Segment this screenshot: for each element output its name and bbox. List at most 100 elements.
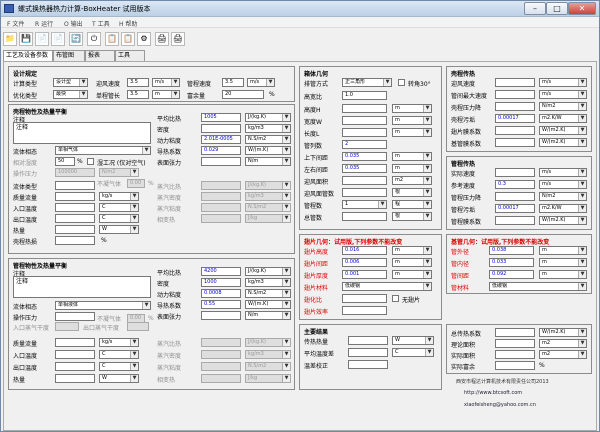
tab-tools[interactable]: 工具 [115, 50, 145, 61]
theory-area-unit[interactable]: m2 ▼ [539, 339, 587, 348]
shell-mass-flow-unit[interactable]: kg/s ▼ [99, 192, 139, 201]
width-unit[interactable]: m ▼ [392, 116, 432, 125]
fin-height-input[interactable]: 0.016 [342, 246, 387, 255]
frontal-rows-input[interactable] [342, 188, 387, 197]
shell-novapor-input[interactable]: 0.00 [127, 179, 145, 188]
tube-speed-input[interactable]: 3.5 [222, 78, 244, 87]
sh-fin-speed-input[interactable] [495, 90, 535, 99]
tg-od-input[interactable]: 0.038 [489, 246, 534, 255]
tg-id-unit[interactable]: m ▼ [539, 258, 587, 267]
sh-film-input[interactable] [495, 126, 535, 135]
tube-vapor-cp-unit[interactable]: J/(kg.K) ▼ [245, 338, 291, 347]
maximize-button[interactable]: □ [546, 2, 568, 15]
margin-input[interactable]: 20 [222, 90, 264, 99]
doc-icon[interactable]: 📄 [51, 32, 65, 46]
result-temp-check-input[interactable] [348, 360, 388, 369]
tube-tension-unit[interactable]: N/m ▼ [245, 311, 291, 320]
sh-pressure-drop-input[interactable] [495, 102, 535, 111]
footer-email[interactable]: xiaofeisheng@yahoo.com.cn [464, 402, 536, 408]
fin-thick-input[interactable]: 0.001 [342, 270, 387, 279]
save-icon[interactable]: 💾 [19, 32, 33, 46]
shell-inlet-input[interactable] [55, 203, 95, 212]
fin-pitch-input[interactable]: 0.006 [342, 258, 387, 267]
fin-eff-input[interactable] [342, 306, 387, 315]
tube-avg-cp-input[interactable]: 4200 [201, 267, 241, 276]
tube-inlet-quality-input[interactable] [55, 322, 79, 331]
tube-mass-flow-unit[interactable]: kg/s ▼ [99, 338, 139, 347]
shell-tension-input[interactable] [201, 157, 241, 166]
tg-material-select[interactable]: 低碳钢 ▼ [489, 282, 587, 291]
passes-select[interactable]: 1 ▼ [342, 200, 387, 209]
tube-vapor-visc-input[interactable] [201, 362, 241, 371]
sh-fin-speed-unit[interactable]: m/s ▼ [539, 90, 587, 99]
th-pressure-drop-unit[interactable]: N/m2 ▼ [539, 192, 587, 201]
opt-type-select[interactable]: 最快 ▼ [53, 90, 88, 99]
tube-note-input[interactable]: 注释 [13, 276, 151, 298]
new-doc-icon[interactable]: 📄 [35, 32, 49, 46]
tg-pitch-unit[interactable]: m ▼ [539, 270, 587, 279]
calc-type-select[interactable]: 设计型 ▼ [53, 78, 88, 87]
settings-icon[interactable]: ⚙ [137, 32, 151, 46]
fin-thick-unit[interactable]: m ▼ [392, 270, 432, 279]
print-preview-icon[interactable]: 🖨 [171, 32, 185, 46]
flow-speed-input[interactable]: 3.5 [127, 78, 149, 87]
footer-site[interactable]: http://www.btcsoft.com [464, 390, 522, 396]
actual-area-input[interactable] [495, 350, 535, 359]
tube-vapor-visc-unit[interactable]: N.S/m2 ▼ [245, 362, 291, 371]
width-input[interactable] [342, 116, 387, 125]
total-tubes-input[interactable] [342, 212, 387, 221]
th-fouling-unit[interactable]: m2.K/W ▼ [539, 204, 587, 213]
shell-medium-select[interactable]: 单相气体 ▼ [55, 146, 151, 155]
shell-pressure-input[interactable]: 100000 [55, 168, 95, 177]
th-film-input[interactable] [495, 216, 535, 225]
shell-avg-cp-input[interactable]: 1005 [201, 113, 241, 122]
total-tubes-unit[interactable]: 根 ▼ [392, 212, 432, 221]
flow-speed-unit[interactable]: m/s ▼ [152, 78, 180, 87]
menu-tools[interactable]: T 工具 [92, 19, 110, 28]
tube-vapor-density-input[interactable] [201, 350, 241, 359]
rotate-checkbox[interactable] [398, 79, 405, 86]
tube-heat-input[interactable] [55, 374, 95, 383]
height-input[interactable] [342, 104, 387, 113]
th-actual-speed-unit[interactable]: m/s ▼ [539, 168, 587, 177]
shell-humidity-input[interactable]: 50 [55, 157, 75, 166]
sh-film-unit[interactable]: W/(m2.K) ▼ [539, 126, 587, 135]
shell-vapor-cp-input[interactable] [201, 181, 241, 190]
print-icon[interactable]: 🖨 [155, 32, 169, 46]
tube-inlet-input[interactable] [55, 350, 95, 359]
shell-flow-type-input[interactable] [55, 181, 95, 190]
shell-inlet-unit[interactable]: C ▼ [99, 203, 139, 212]
tube-viscosity-input[interactable]: 0.0008 [201, 289, 241, 298]
tube-latent-unit[interactable]: J/kg ▼ [245, 374, 291, 383]
shell-eff-input[interactable] [55, 236, 95, 245]
th-fouling-input[interactable]: 0.00017 [495, 204, 535, 213]
tube-avg-cp-unit[interactable]: J/(kg.K) ▼ [245, 267, 291, 276]
power-icon[interactable]: ⏻ [87, 32, 101, 46]
passes-unit[interactable]: 程 ▼ [392, 200, 432, 209]
shell-note-input[interactable]: 注释 [13, 122, 151, 144]
length-input[interactable] [342, 128, 387, 137]
shell-outlet-unit[interactable]: C ▼ [99, 214, 139, 223]
sh-flow-speed-unit[interactable]: m/s ▼ [539, 78, 587, 87]
shell-tension-unit[interactable]: N/m ▼ [245, 157, 291, 166]
length-unit[interactable]: m ▼ [392, 128, 432, 137]
shell-mass-flow-input[interactable] [55, 192, 95, 201]
tube-mass-flow-input[interactable] [55, 338, 95, 347]
refresh-icon[interactable]: 🔄 [69, 32, 83, 46]
shell-latent-unit[interactable]: J/kg ▼ [245, 214, 291, 223]
th-ref-speed-unit[interactable]: m/s ▼ [539, 180, 587, 189]
wet-air-checkbox[interactable] [87, 158, 94, 165]
shell-viscosity-unit[interactable]: N.S/m2 ▼ [245, 135, 291, 144]
vert-pitch-input[interactable]: 0.035 [342, 152, 387, 161]
th-actual-speed-input[interactable] [495, 168, 535, 177]
tube-density-unit[interactable]: kg/m3 ▼ [245, 278, 291, 287]
height-unit[interactable]: m ▼ [392, 104, 432, 113]
shell-density-input[interactable] [201, 124, 241, 133]
menu-run[interactable]: R 运行 [35, 19, 53, 28]
sh-fouling-unit[interactable]: m2.K/W ▼ [539, 114, 587, 123]
shell-vapor-cp-unit[interactable]: J/(kg.K) ▼ [245, 181, 291, 190]
tube-outlet-input[interactable] [55, 362, 95, 371]
tube-outlet-quality-input[interactable] [127, 322, 149, 331]
fin-ratio-input[interactable] [342, 294, 387, 303]
sh-fouling-input[interactable]: 0.00017 [495, 114, 535, 123]
